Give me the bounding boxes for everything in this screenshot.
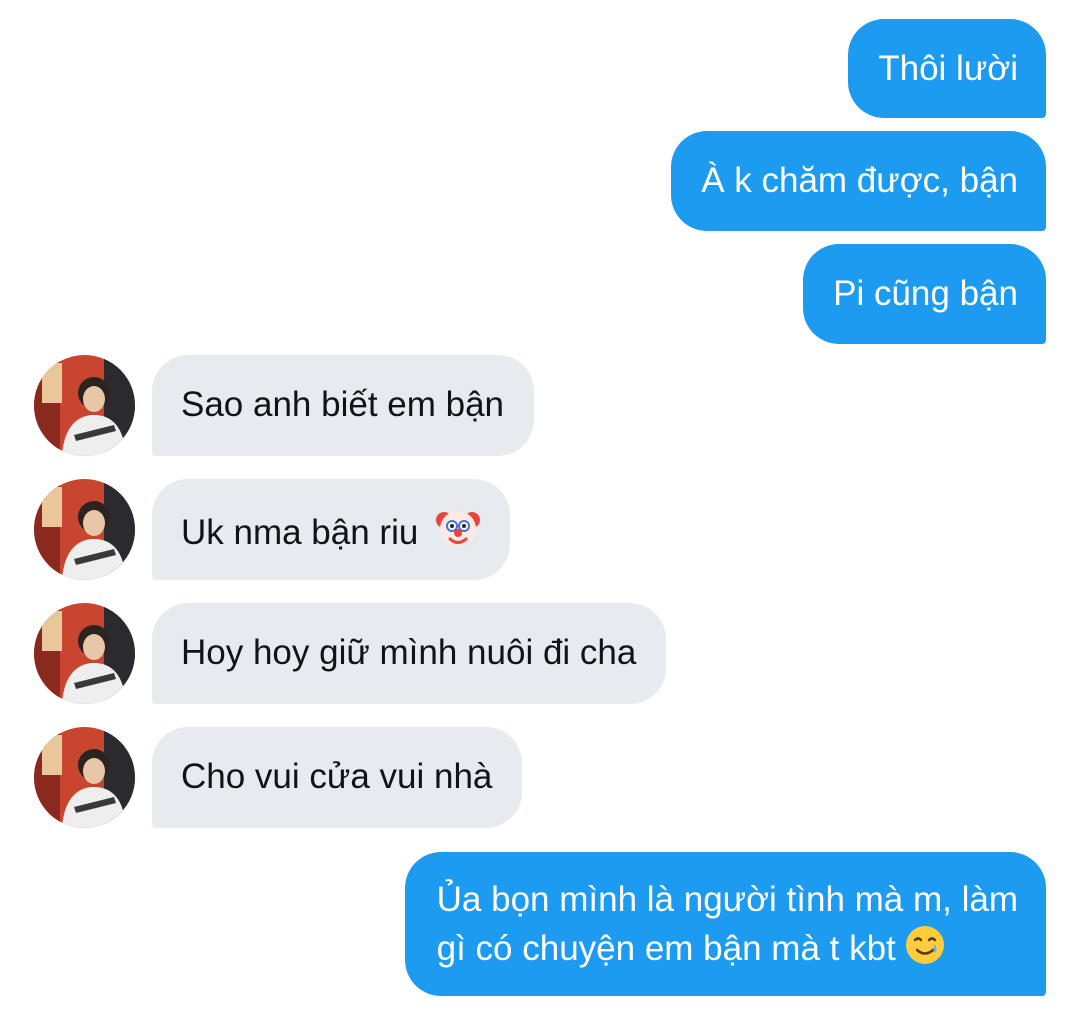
outgoing-message[interactable]: À k chăm được, bận <box>671 131 1046 231</box>
avatar-photo-icon <box>34 479 135 580</box>
message-text: gì có chuyện em bận mà t kbt <box>436 929 896 968</box>
message-text: Uk nma bận riu <box>181 513 419 552</box>
avatar-photo-icon <box>34 603 135 704</box>
message-text: Hoy hoy giữ mình nuôi đi cha <box>181 633 637 672</box>
message-text-line: Ủa bọn mình là người tình mà m, làm <box>436 880 1018 919</box>
outgoing-message[interactable]: Ủa bọn mình là người tình mà m, làm gì c… <box>404 852 1046 996</box>
message-text: Sao anh biết em bận <box>181 385 505 424</box>
avatar[interactable] <box>34 727 135 828</box>
outgoing-message[interactable]: Thôi lười <box>848 19 1046 118</box>
smiling-face-with-tear-icon <box>904 924 946 979</box>
message-text: Thôi lười <box>878 49 1018 88</box>
incoming-message[interactable]: Hoy hoy giữ mình nuôi đi cha <box>152 603 667 704</box>
incoming-message[interactable]: Uk nma bận riu <box>152 479 511 580</box>
incoming-message[interactable]: Sao anh biết em bận <box>152 355 535 456</box>
outgoing-message[interactable]: Pi cũng bận <box>803 244 1046 344</box>
message-text-line: gì có chuyện em bận mà t kbt <box>437 924 1018 979</box>
avatar-photo-icon <box>34 727 135 828</box>
conversation-thread[interactable]: Thôi lười À k chăm được, bận Pi cũng bận… <box>0 0 1080 1018</box>
avatar[interactable] <box>34 355 135 456</box>
message-text: Pi cũng bận <box>833 274 1018 313</box>
avatar-photo-icon <box>34 355 135 456</box>
clown-face-icon <box>436 506 481 562</box>
message-text: À k chăm được, bận <box>701 161 1018 200</box>
message-text: Cho vui cửa vui nhà <box>181 757 493 796</box>
avatar[interactable] <box>34 479 135 580</box>
avatar[interactable] <box>34 603 135 704</box>
incoming-message[interactable]: Cho vui cửa vui nhà <box>152 727 523 828</box>
